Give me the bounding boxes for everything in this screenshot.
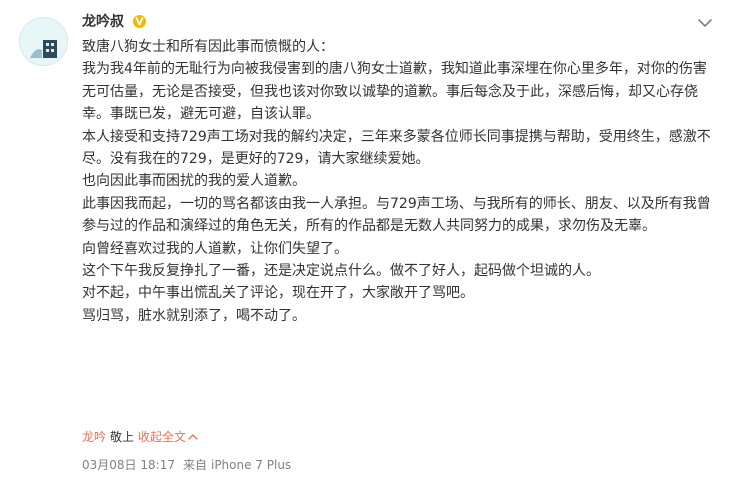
post-paragraph: 这个下午我反复挣扎了一番，还是决定说点什么。做不了好人，起码做个坦诚的人。	[82, 263, 600, 280]
signature-mention-link[interactable]: 龙吟	[82, 430, 106, 444]
author-name[interactable]: 龙吟叔	[82, 12, 124, 32]
verified-gold-icon	[133, 15, 146, 28]
post-meta: 03月08日 18:17 来自 iPhone 7 Plus	[82, 457, 291, 473]
post-content: 致唐八狗女士和所有因此事而愤慨的人： 我为我4年前的无耻行为向被我侵害到的唐八狗…	[82, 36, 714, 327]
avatar[interactable]	[19, 17, 68, 66]
signature-text: 敬上	[110, 430, 135, 444]
post-time: 18:17	[140, 458, 175, 472]
post-paragraph: 此事因我而起，一切的骂名都该由我一人承担。与729声工场、与我所有的师长、朋友、…	[82, 195, 711, 235]
post-paragraph: 致唐八狗女士和所有因此事而愤慨的人：	[82, 39, 334, 55]
avatar-image-icon	[20, 18, 67, 65]
post-paragraph: 向曾经喜欢过我的人道歉，让你们失望了。	[82, 240, 348, 257]
collapse-label: 收起全文	[138, 430, 187, 444]
signature-row: 龙吟 敬上 收起全文	[82, 429, 198, 445]
post-source-link[interactable]: iPhone 7 Plus	[211, 458, 291, 472]
post-paragraph: 本人接受和支持729声工场对我的解约决定，三年来多蒙各位师长同事提携与帮助，受用…	[82, 128, 711, 168]
post-date: 03月08日	[82, 458, 137, 472]
post-paragraph: 对不起，中午事出慌乱关了评论，现在开了，大家敞开了骂吧。	[82, 285, 474, 302]
chevron-down-icon[interactable]	[697, 15, 713, 31]
collapse-full-text-link[interactable]: 收起全文	[138, 430, 198, 444]
post-paragraph: 也向因此事而困扰的我的爱人道歉。	[82, 173, 306, 190]
post-paragraph: 我为我4年前的无耻行为向被我侵害到的唐八狗女士道歉，我知道此事深埋在你心里多年，…	[82, 61, 707, 123]
chevron-up-icon	[188, 433, 198, 440]
post-timestamp-link[interactable]: 03月08日 18:17	[82, 458, 175, 472]
from-label: 来自	[182, 458, 207, 472]
post-paragraph: 骂归骂，脏水就别添了，喝不动了。	[82, 307, 306, 324]
